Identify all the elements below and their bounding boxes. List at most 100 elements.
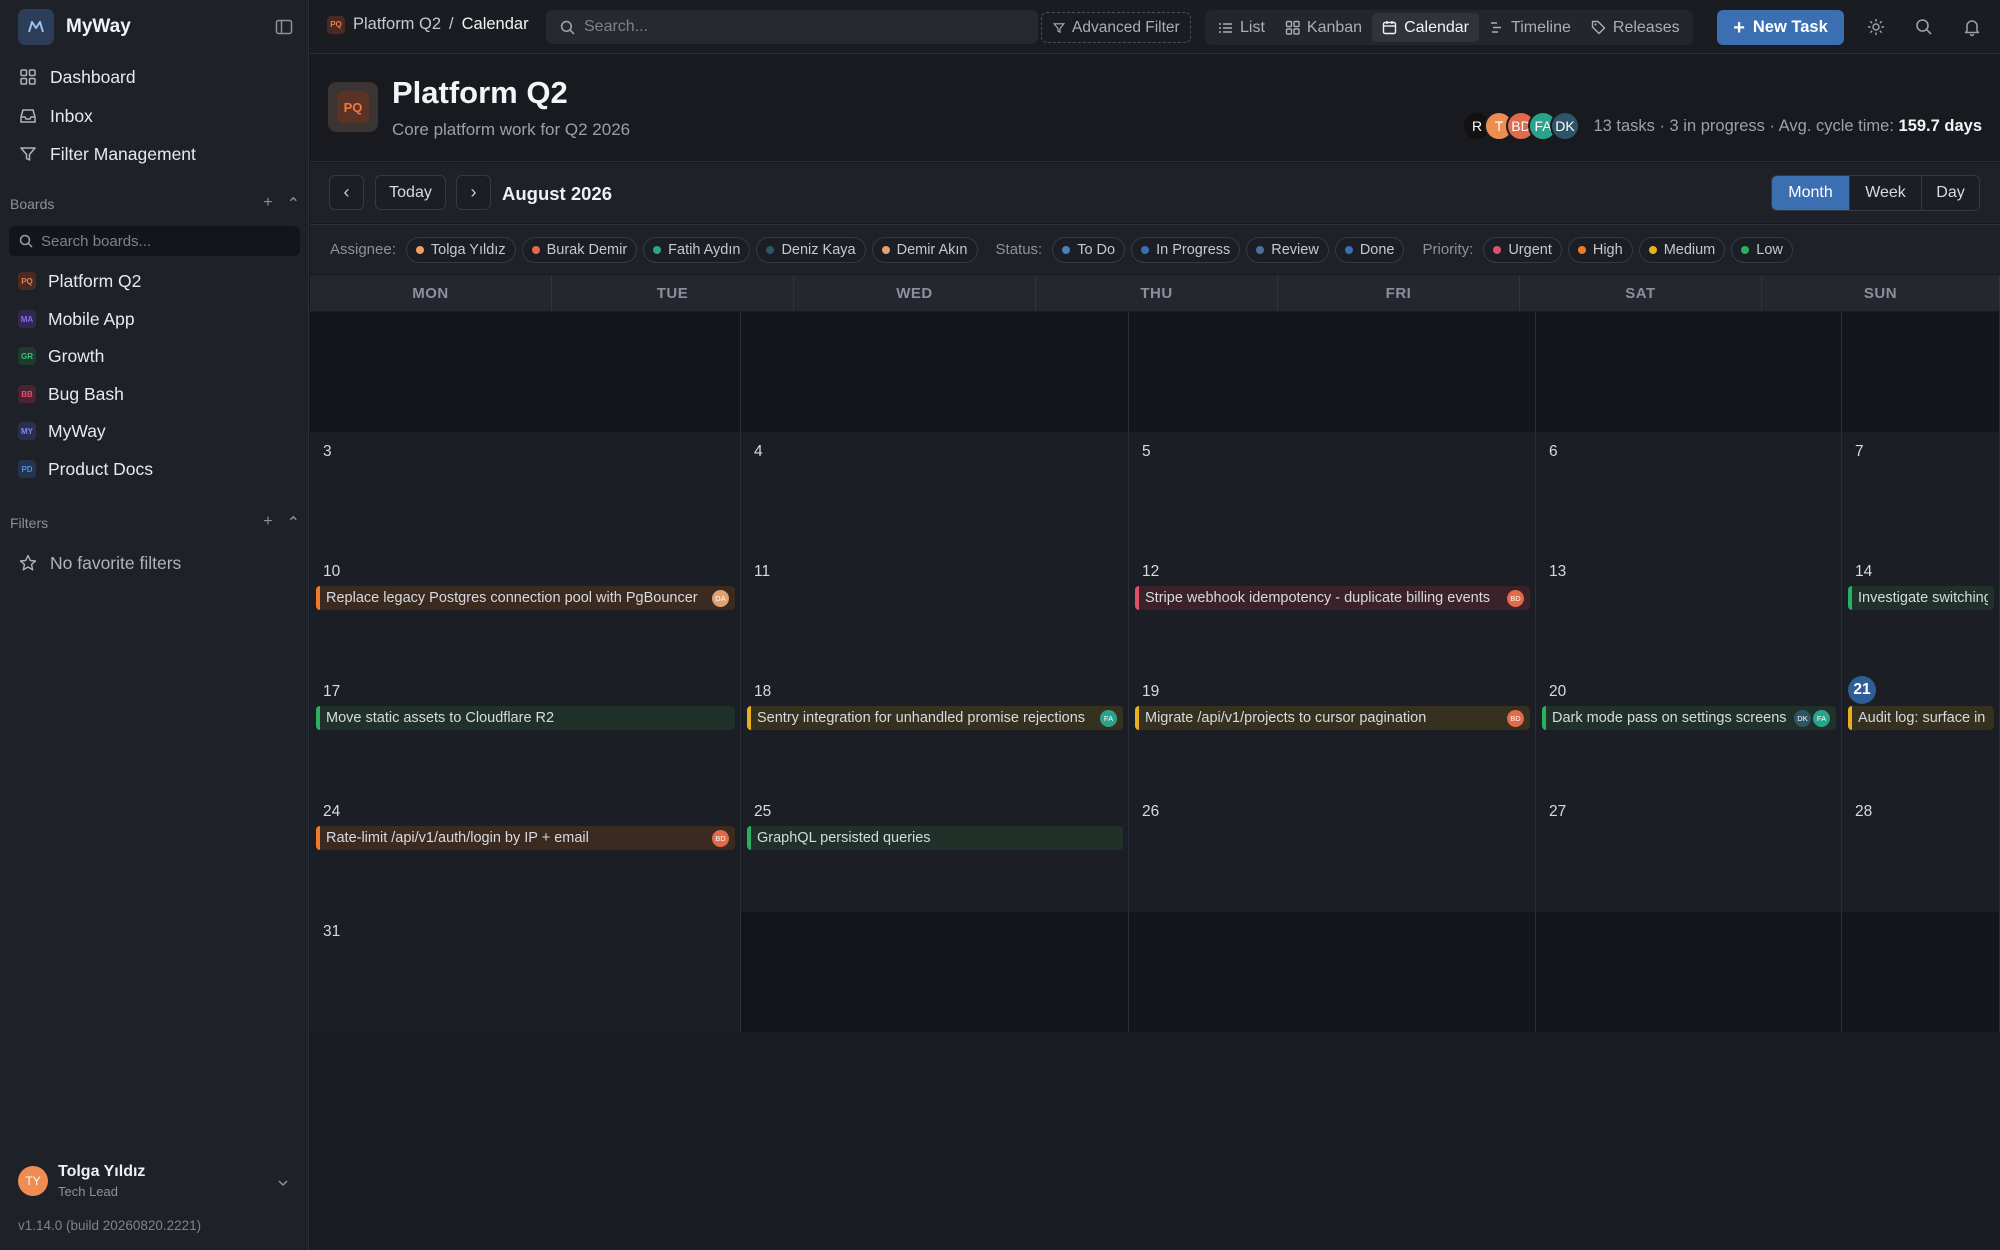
tab-kanban[interactable]: Kanban [1275, 13, 1372, 42]
day-cell[interactable]: 17 [310, 672, 741, 792]
calendar-event[interactable]: Investigate switching [1848, 586, 1994, 610]
calendar-event[interactable]: Rate-limit /api/v1/auth/login by IP + em… [316, 826, 735, 850]
collapse-filters-icon[interactable]: ⌃ [287, 513, 300, 533]
calendar-event[interactable]: Replace legacy Postgres connection pool … [316, 586, 735, 610]
board-item-product-docs[interactable]: PD Product Docs [18, 454, 153, 484]
day-cell[interactable]: 24 [310, 792, 741, 912]
board-item-bug-bash[interactable]: BB Bug Bash [18, 379, 124, 409]
tab-list[interactable]: List [1208, 13, 1275, 42]
priority-chip[interactable]: Low [1731, 236, 1793, 263]
project-badge: PQ [327, 15, 345, 34]
tab-releases[interactable]: Releases [1581, 13, 1690, 42]
day-cell[interactable]: 6 [1536, 432, 1842, 552]
calendar-event[interactable]: Dark mode pass on settings screens DK FA [1542, 706, 1836, 730]
weekday-fri: FRI [1278, 275, 1520, 311]
priority-chip[interactable]: High [1567, 236, 1633, 263]
board-search-input[interactable]: Search boards... [9, 226, 300, 256]
calendar-event[interactable]: Migrate /api/v1/projects to cursor pagin… [1135, 706, 1530, 730]
day-cell[interactable]: 31 [310, 912, 741, 1032]
app-name: MyWay [66, 16, 131, 37]
day-cell[interactable]: 27 [1536, 792, 1842, 912]
member-avatars[interactable]: R T BD FA DK [1462, 111, 1580, 141]
chevron-right-icon: › [470, 182, 477, 202]
day-cell[interactable]: 21 [1842, 672, 2000, 792]
range-day-button[interactable]: Day [1921, 176, 1979, 210]
today-button[interactable]: Today [375, 175, 446, 210]
calendar-event[interactable]: Sentry integration for unhandled promise… [747, 706, 1123, 730]
tab-calendar[interactable]: Calendar [1372, 13, 1480, 42]
chip-label: High [1592, 241, 1623, 258]
breadcrumb-separator: / [449, 15, 454, 33]
status-chip[interactable]: Done [1334, 236, 1405, 263]
board-item-platform-q2[interactable]: PQ Platform Q2 [18, 266, 141, 296]
priority-chip[interactable]: Urgent [1483, 236, 1562, 263]
user-name: Tolga Yıldız [58, 1163, 146, 1180]
board-badge: GR [18, 347, 36, 365]
next-month-button[interactable]: › [456, 175, 491, 210]
collapse-boards-icon[interactable]: ⌃ [287, 194, 300, 214]
board-item-growth[interactable]: GR Growth [18, 341, 104, 371]
day-cell[interactable]: 14 [1842, 552, 2000, 672]
nav-label: Filter Management [50, 143, 196, 164]
assignee-chip[interactable]: Burak Demir [521, 236, 638, 263]
day-cell[interactable]: 18 [741, 672, 1129, 792]
assignee-chip[interactable]: Demir Akın [871, 236, 978, 263]
status-chip[interactable]: To Do [1052, 236, 1126, 263]
brand[interactable]: MyWay [18, 9, 131, 45]
day-cell[interactable]: 25 [741, 792, 1129, 912]
add-board-icon[interactable]: + [263, 194, 272, 214]
status-chip[interactable]: Review [1246, 236, 1329, 263]
calendar-event[interactable]: Stripe webhook idempotency - duplicate b… [1135, 586, 1530, 610]
nav-inbox[interactable]: Inbox [18, 101, 93, 131]
status-chip[interactable]: In Progress [1131, 236, 1241, 263]
project-badge: PQ [337, 91, 369, 123]
search-icon[interactable] [1914, 17, 1934, 37]
day-cell[interactable]: 12 [1129, 552, 1536, 672]
chip-label: Tolga Yıldız [430, 241, 506, 258]
new-task-button[interactable]: + New Task [1717, 10, 1844, 45]
board-item-mobile-app[interactable]: MA Mobile App [18, 304, 135, 334]
day-cell[interactable]: 7 [1842, 432, 2000, 552]
priority-chip[interactable]: Medium [1638, 236, 1726, 263]
plus-icon: + [1733, 16, 1745, 39]
day-cell[interactable]: 11 [741, 552, 1129, 672]
gear-icon[interactable] [1866, 17, 1886, 37]
day-cell[interactable]: 28 [1842, 792, 2000, 912]
chip-label: Medium [1663, 241, 1716, 258]
avatar: TY [18, 1166, 48, 1196]
day-cell[interactable]: 13 [1536, 552, 1842, 672]
add-filter-icon[interactable]: + [263, 513, 272, 533]
chip-label: Low [1756, 241, 1783, 258]
tab-timeline[interactable]: Timeline [1479, 13, 1581, 42]
advanced-filter-button[interactable]: Advanced Filter [1041, 12, 1191, 43]
nav-dashboard[interactable]: Dashboard [18, 62, 136, 92]
day-cell[interactable]: 5 [1129, 432, 1536, 552]
day-number: 27 [1549, 803, 1567, 820]
user-menu[interactable]: TY Tolga Yıldız Tech Lead [18, 1163, 145, 1199]
day-cell[interactable]: 10 [310, 552, 741, 672]
day-cell[interactable]: 4 [741, 432, 1129, 552]
assignee-chip[interactable]: Tolga Yıldız [405, 236, 516, 263]
day-cell[interactable]: 26 [1129, 792, 1536, 912]
day-cell[interactable]: 3 [310, 432, 741, 552]
calendar-event[interactable]: Audit log: surface in a [1848, 706, 1994, 730]
prev-month-button[interactable]: ‹ [329, 175, 364, 210]
grid-icon [20, 69, 36, 85]
range-week-button[interactable]: Week [1849, 176, 1921, 210]
day-cell[interactable]: 19 [1129, 672, 1536, 792]
board-item-myway[interactable]: MY MyWay [18, 416, 106, 446]
sidebar-toggle-icon[interactable] [274, 17, 294, 37]
status-dot [1741, 245, 1750, 254]
search-input[interactable]: Search... [546, 10, 1038, 44]
breadcrumb-project[interactable]: Platform Q2 [353, 15, 441, 34]
assignee-chip[interactable]: Deniz Kaya [756, 236, 866, 263]
assignee-chip[interactable]: Fatih Aydın [643, 236, 751, 263]
day-cell[interactable]: 20 [1536, 672, 1842, 792]
event-title: Migrate /api/v1/projects to cursor pagin… [1145, 710, 1427, 726]
chevron-down-icon[interactable] [276, 1176, 290, 1190]
calendar-event[interactable]: Move static assets to Cloudflare R2 [316, 706, 735, 730]
nav-filter-management[interactable]: Filter Management [18, 139, 196, 169]
calendar-event[interactable]: GraphQL persisted queries [747, 826, 1123, 850]
range-month-button[interactable]: Month [1772, 176, 1849, 210]
bell-icon[interactable] [1962, 17, 1982, 37]
